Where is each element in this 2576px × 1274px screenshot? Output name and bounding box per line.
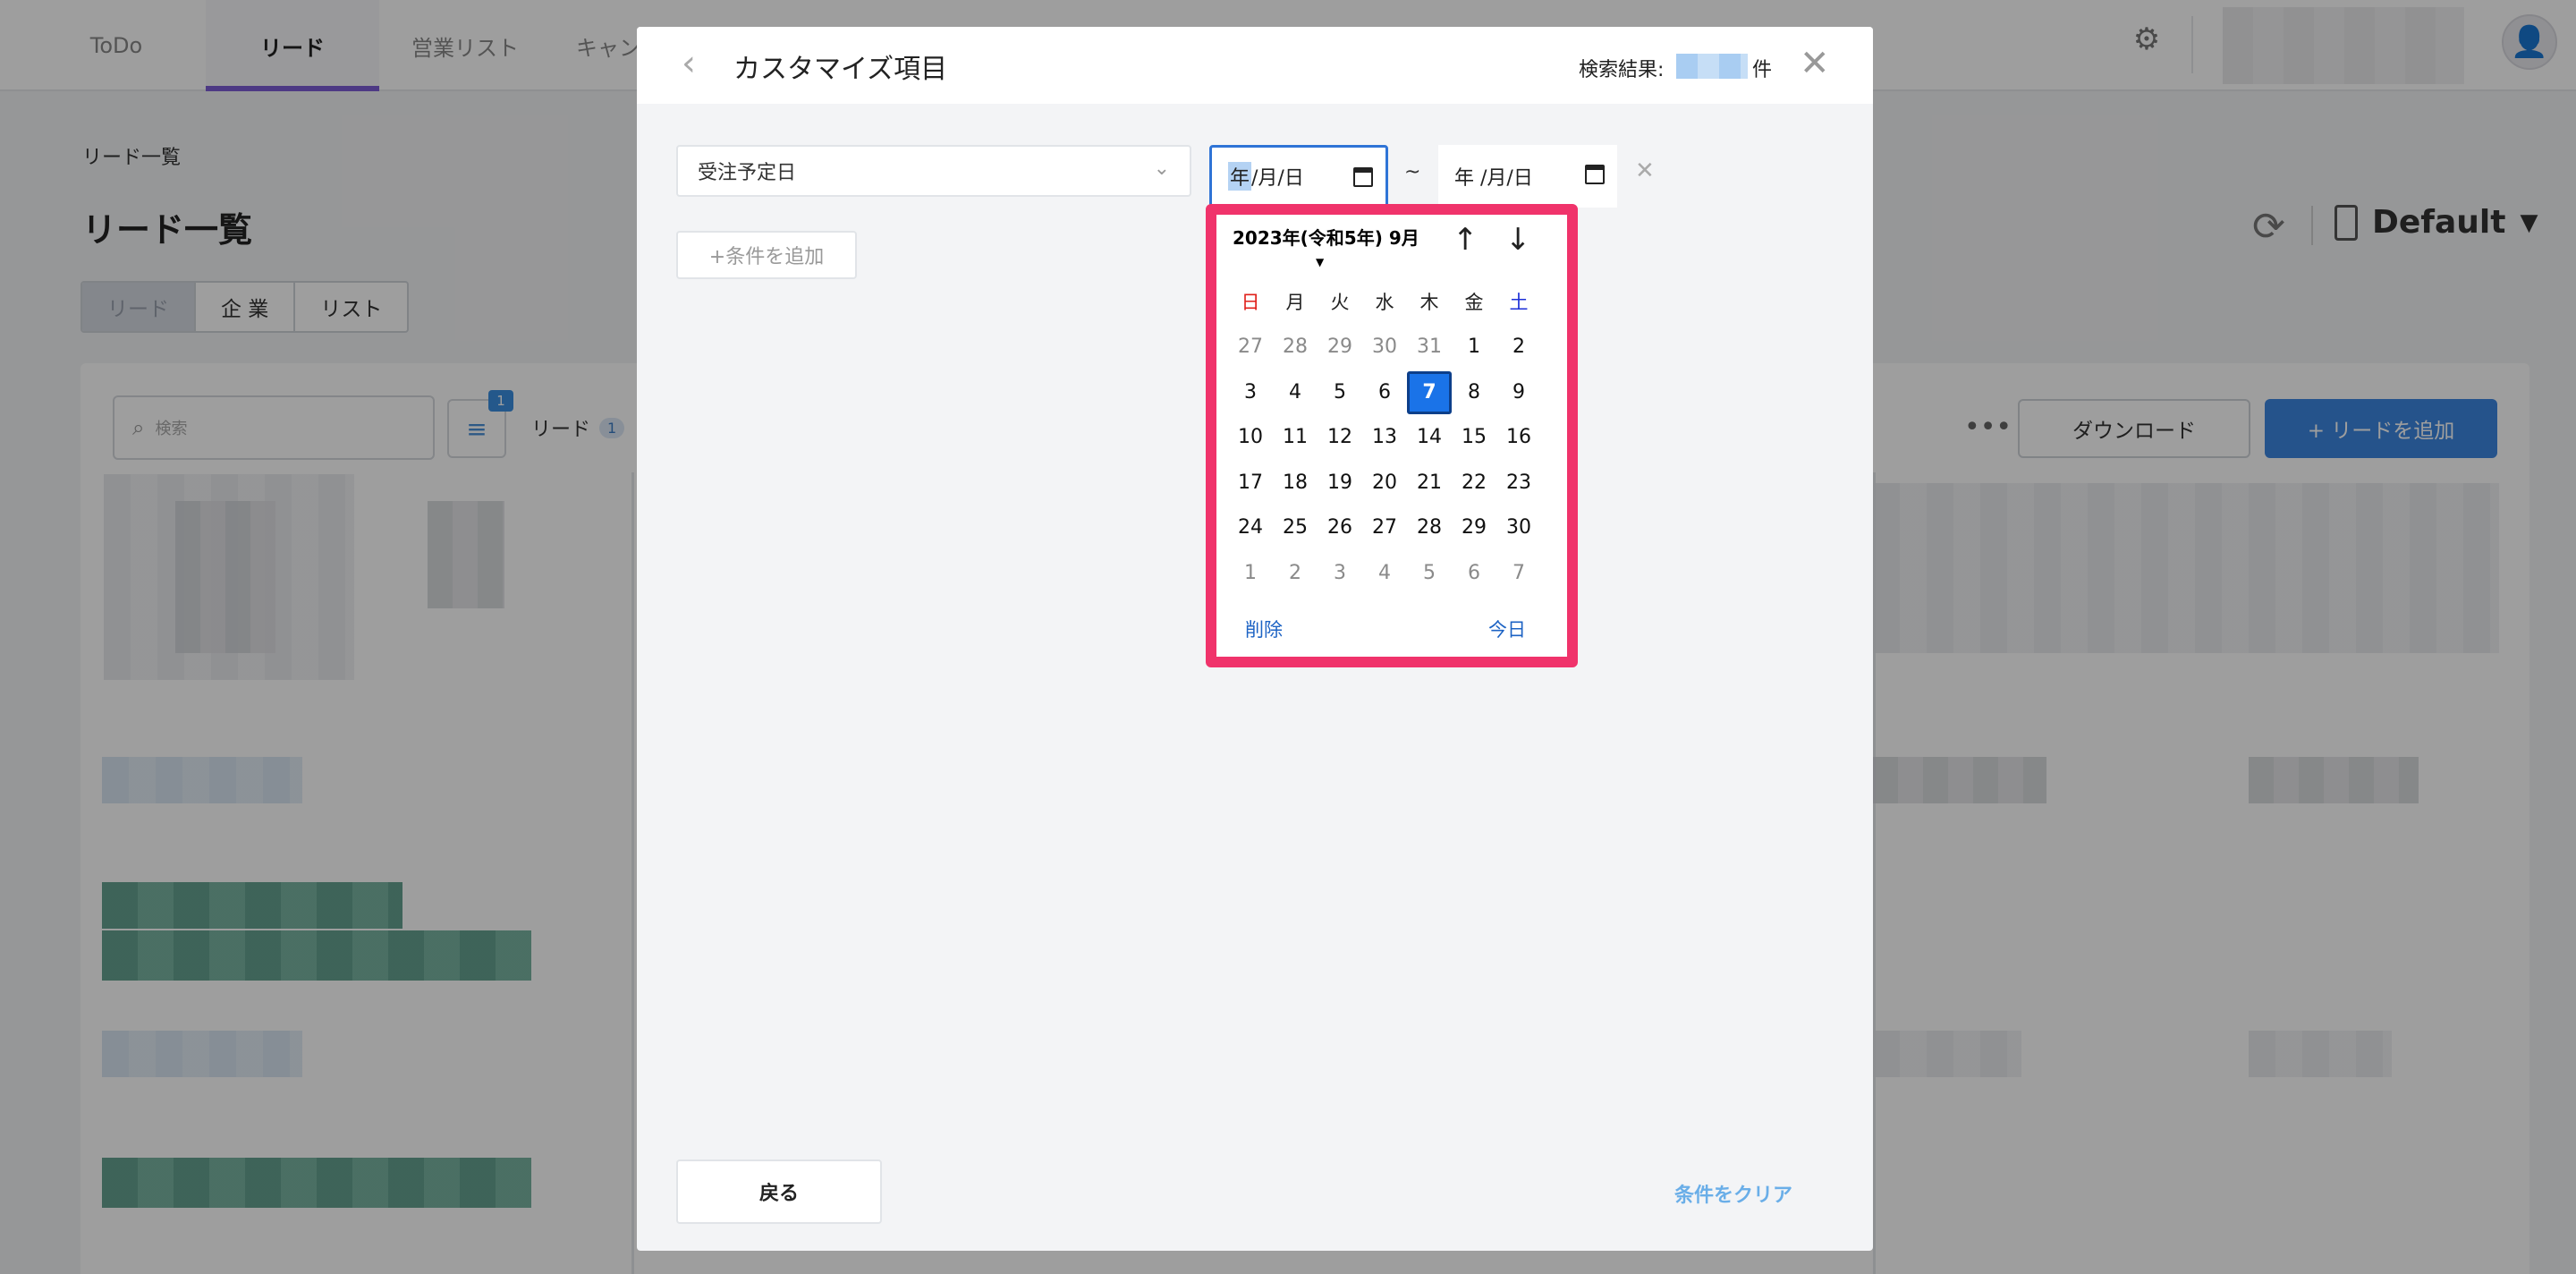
date-picker-month-label[interactable]: 2023年(令和5年) 9月 xyxy=(1233,224,1419,250)
calendar-day[interactable]: 22 xyxy=(1452,462,1496,505)
calendar-day[interactable]: 3 xyxy=(1318,552,1362,595)
date-to-input[interactable]: 年 /月/日 xyxy=(1438,145,1617,208)
calendar-day[interactable]: 2 xyxy=(1273,552,1318,595)
date-from-year-segment[interactable]: 年 xyxy=(1228,162,1252,191)
calendar-day[interactable]: 14 xyxy=(1407,416,1452,459)
weekday-label: 水 xyxy=(1375,292,1394,313)
calendar-day[interactable]: 13 xyxy=(1362,416,1407,459)
calendar-day[interactable]: 21 xyxy=(1407,462,1452,505)
weekday-label: 木 xyxy=(1419,292,1439,313)
clear-condition-icon[interactable]: ✕ xyxy=(1635,157,1655,184)
result-count-redacted xyxy=(1676,54,1748,79)
calendar-day[interactable]: 1 xyxy=(1228,552,1273,595)
dialog-title: カスタマイズ項目 xyxy=(733,54,948,85)
chevron-left-icon[interactable]: ‹ xyxy=(682,43,696,84)
calendar-day[interactable]: 31 xyxy=(1407,326,1452,369)
calendar-day[interactable]: 5 xyxy=(1318,371,1362,414)
calendar-day[interactable]: 7 xyxy=(1496,552,1541,595)
weekday-label: 日 xyxy=(1241,292,1260,313)
calendar-day[interactable]: 24 xyxy=(1228,506,1273,549)
date-from-rest: /月/日 xyxy=(1251,167,1304,190)
calendar-day[interactable]: 15 xyxy=(1452,416,1496,459)
date-range-separator: ~ xyxy=(1404,161,1421,183)
field-select[interactable]: 受注予定日 ⌄ xyxy=(676,145,1191,197)
date-picker-delete-button[interactable]: 削除 xyxy=(1245,616,1283,642)
result-count-unit: 件 xyxy=(1752,59,1773,81)
date-from-input[interactable]: 年 /月/日 xyxy=(1209,145,1388,208)
calendar-day[interactable]: 30 xyxy=(1496,506,1541,549)
add-condition-button[interactable]: +条件を追加 xyxy=(676,231,857,279)
calendar-day[interactable]: 29 xyxy=(1452,506,1496,549)
calendar-day[interactable]: 11 xyxy=(1273,416,1318,459)
calendar-day[interactable]: 6 xyxy=(1452,552,1496,595)
result-count-label: 検索結果: xyxy=(1579,59,1665,81)
calendar-day[interactable]: 5 xyxy=(1407,552,1452,595)
calendar-day[interactable]: 27 xyxy=(1362,506,1407,549)
arrow-up-icon[interactable]: ↑ xyxy=(1453,222,1479,258)
calendar-day[interactable]: 17 xyxy=(1228,462,1273,505)
calendar-day[interactable]: 20 xyxy=(1362,462,1407,505)
arrow-down-icon[interactable]: ↓ xyxy=(1505,222,1531,258)
calendar-day[interactable]: 30 xyxy=(1362,326,1407,369)
calendar-day[interactable]: 8 xyxy=(1452,371,1496,414)
calendar-day[interactable]: 28 xyxy=(1273,326,1318,369)
calendar-day[interactable]: 4 xyxy=(1273,371,1318,414)
calendar-day[interactable]: 16 xyxy=(1496,416,1541,459)
date-picker-today-button[interactable]: 今日 xyxy=(1488,616,1526,642)
caret-down-icon[interactable]: ▼ xyxy=(1316,256,1324,268)
calendar-day[interactable]: 2 xyxy=(1496,326,1541,369)
calendar-icon[interactable] xyxy=(1585,165,1605,184)
calendar-day-selected[interactable]: 7 xyxy=(1407,370,1452,414)
calendar-day[interactable]: 29 xyxy=(1318,326,1362,369)
clear-conditions-button[interactable]: 条件をクリア xyxy=(1674,1179,1792,1208)
calendar-day[interactable]: 10 xyxy=(1228,416,1273,459)
calendar-day[interactable]: 4 xyxy=(1362,552,1407,595)
weekday-label: 金 xyxy=(1464,292,1484,313)
chevron-down-icon: ⌄ xyxy=(1153,157,1170,180)
calendar-day[interactable]: 23 xyxy=(1496,462,1541,505)
weekday-label: 火 xyxy=(1330,292,1350,313)
calendar-day[interactable]: 25 xyxy=(1273,506,1318,549)
calendar-day[interactable]: 18 xyxy=(1273,462,1318,505)
calendar-day[interactable]: 19 xyxy=(1318,462,1362,505)
dialog-header: ‹ カスタマイズ項目 検索結果: 件 ✕ xyxy=(637,27,1873,104)
weekday-label: 土 xyxy=(1509,292,1529,313)
calendar-day[interactable]: 6 xyxy=(1362,371,1407,414)
calendar-day[interactable]: 27 xyxy=(1228,326,1273,369)
weekday-label: 月 xyxy=(1285,292,1305,313)
date-to-value: 年 /月/日 xyxy=(1454,167,1533,190)
calendar-icon[interactable] xyxy=(1353,167,1373,187)
back-button[interactable]: 戻る xyxy=(676,1159,882,1224)
calendar-day[interactable]: 3 xyxy=(1228,371,1273,414)
calendar-day[interactable]: 26 xyxy=(1318,506,1362,549)
calendar-day[interactable]: 9 xyxy=(1496,371,1541,414)
calendar-day[interactable]: 28 xyxy=(1407,506,1452,549)
calendar-day[interactable]: 12 xyxy=(1318,416,1362,459)
close-icon[interactable]: ✕ xyxy=(1800,43,1830,84)
field-select-value: 受注予定日 xyxy=(698,162,797,184)
calendar-day[interactable]: 1 xyxy=(1452,326,1496,369)
